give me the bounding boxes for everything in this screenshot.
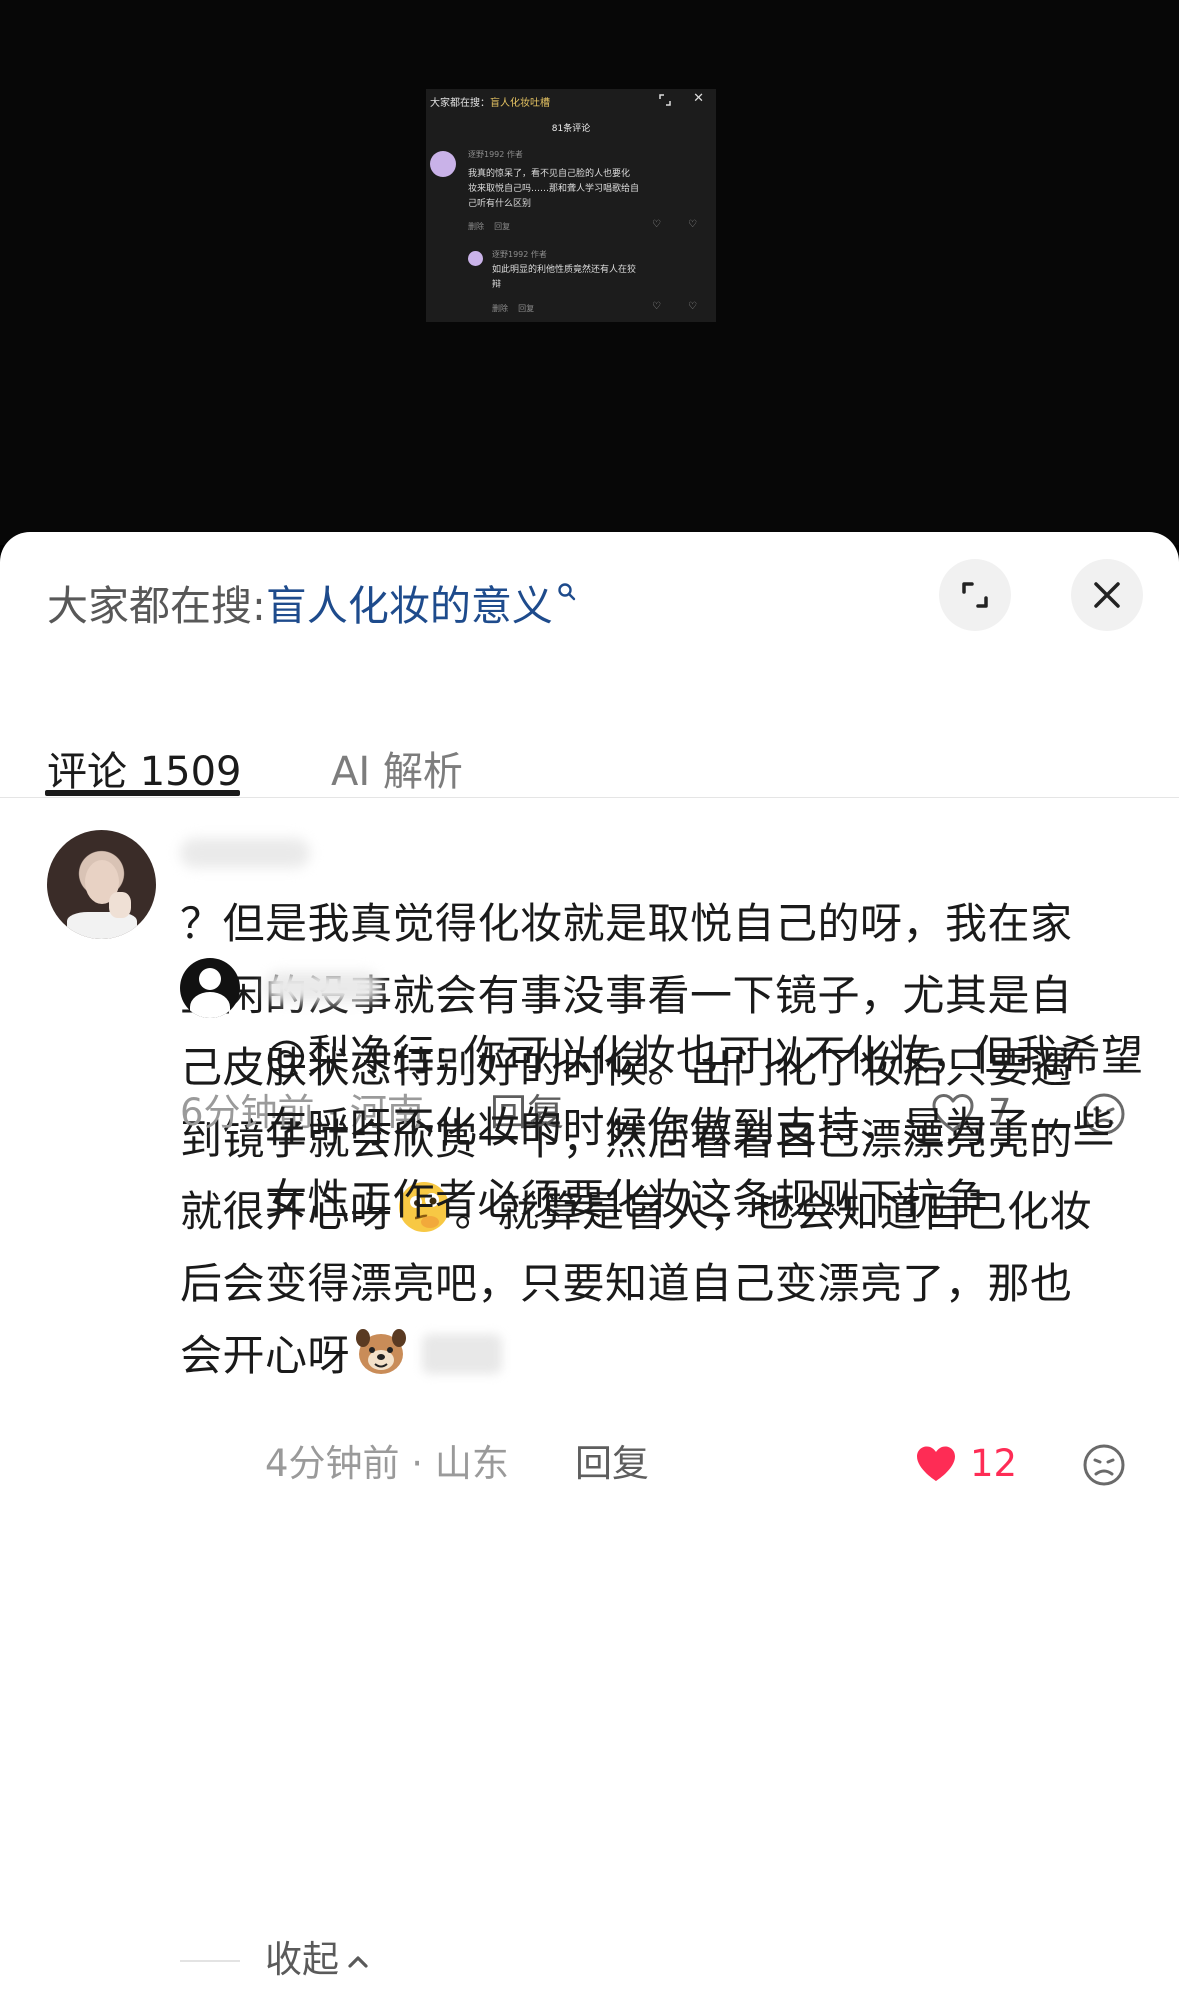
close-button[interactable]: [1071, 559, 1143, 631]
search-icon: [558, 583, 576, 601]
replier-avatar[interactable]: [180, 958, 240, 1018]
tab-bar: 评论 1509 AI 解析: [0, 702, 1179, 798]
thumb-reply-avatar: [468, 251, 483, 266]
active-tab-indicator: [45, 790, 240, 796]
thumb-username: 逐野1992 作者: [468, 150, 523, 159]
trending-search[interactable]: 大家都在搜:盲人化妆的意义: [47, 576, 577, 636]
video-player[interactable]: 大家都在搜：盲人化妆吐槽 ✕ 81条评论 逐野1992 作者 我真的惊呆了，看不…: [0, 0, 1179, 545]
expand-icon: [962, 582, 988, 608]
liked-heart-icon[interactable]: [913, 1443, 959, 1485]
thumb-avatar: [430, 151, 456, 177]
chevron-up-icon: [348, 1955, 368, 1968]
trending-search-prefix: 大家都在搜:: [47, 582, 266, 630]
commenter-avatar[interactable]: [47, 830, 156, 939]
replier-username-blurred[interactable]: [265, 972, 380, 1002]
reply-dislike-icon[interactable]: [1082, 1443, 1126, 1487]
video-frame-screenshot: 大家都在搜：盲人化妆吐槽 ✕ 81条评论 逐野1992 作者 我真的惊呆了，看不…: [426, 89, 716, 322]
collapse-divider: [180, 1960, 240, 1962]
thumb-reply-text: 如此明显的利他性质竟然还有人在狡 辩: [492, 265, 637, 290]
reply-reply-button[interactable]: 回复: [575, 1439, 649, 1489]
thumb-reply-meta: 删除 回复: [492, 304, 535, 313]
blurred-text: [422, 1334, 503, 1374]
comment-sheet: 大家都在搜:盲人化妆的意义 评论 1509 AI 解析 ？但是我真觉得化妆就是取…: [0, 532, 1179, 2008]
tab-ai-analysis[interactable]: AI 解析: [331, 742, 463, 802]
thumb-reply-heart-icon: ♡: [652, 301, 661, 312]
thumb-comment-meta: 删除 回复: [468, 222, 511, 231]
collapse-replies-button[interactable]: 收起: [265, 1935, 371, 1985]
thumb-comment-count: 81条评论: [551, 124, 591, 134]
thumb-reply-username: 逐野1992 作者: [492, 250, 547, 259]
reply-like-count: 12: [970, 1442, 1018, 1485]
commenter-username-blurred[interactable]: [180, 838, 310, 868]
trending-search-keyword[interactable]: 盲人化妆的意义: [266, 582, 553, 630]
thumb-close-icon: ✕: [693, 91, 704, 106]
close-icon: [1094, 582, 1120, 608]
reply-time-location: 4分钟前 · 山东: [265, 1442, 509, 1485]
thumb-search-keyword: 盲人化妆吐槽: [490, 98, 550, 109]
thumb-heart-icon: ♡: [652, 219, 661, 230]
thumb-comment-text: 我真的惊呆了，看不见自己脸的人也要化 妆来取悦自己吗……那和聋人学习唱歌给自 己…: [468, 169, 640, 209]
reply-body: @梨净行: 你可以化妆也可以不化妆，但我希望在呼吁不化妆的时候你做到支持，是为了…: [265, 1031, 1144, 1224]
expand-button[interactable]: [939, 559, 1011, 631]
puppy-emoji: [356, 1329, 407, 1374]
thumb-dislike-icon: ♡: [688, 219, 697, 230]
thumb-reply-dislike-icon: ♡: [688, 301, 697, 312]
thumb-expand-icon: [659, 94, 671, 106]
